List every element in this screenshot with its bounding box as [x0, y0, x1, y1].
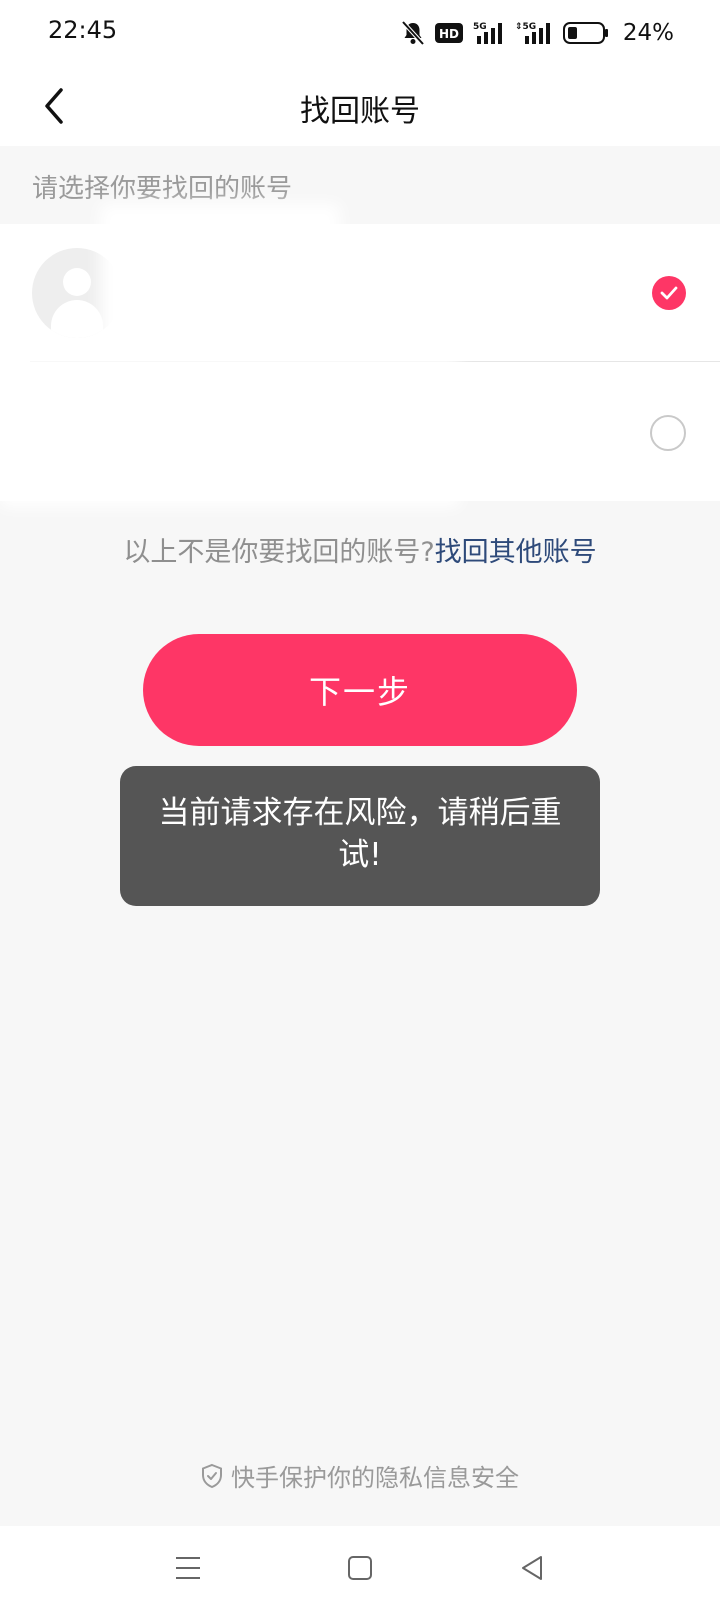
nav-bar: 找回账号 [0, 66, 720, 146]
menu-button[interactable] [166, 1546, 210, 1590]
svg-text:⇕5G: ⇕5G [515, 22, 536, 32]
signal-5g-2-icon: ⇕5G [515, 20, 553, 46]
back-triangle-icon [522, 1556, 542, 1580]
redacted-account-info [0, 357, 460, 507]
shield-check-icon [202, 1463, 222, 1488]
privacy-note: 快手保护你的隐私信息安全 [0, 1458, 720, 1493]
page-title: 找回账号 [300, 94, 420, 129]
system-nav-bar [0, 1526, 720, 1612]
svg-text:5G: 5G [473, 22, 487, 32]
other-account-text: 以上不是你要找回的账号? [123, 537, 435, 568]
screen: 22:45 HD 5G ⇕5G 24% 找回账号 请选择你要找回的账号 以上不是… [0, 0, 720, 1612]
account-item-1[interactable] [0, 204, 720, 362]
battery-percent: 24% [622, 20, 674, 46]
check-icon [660, 286, 678, 300]
battery-icon [562, 21, 609, 45]
home-square-icon [348, 1556, 372, 1580]
privacy-text: 快手保护你的隐私信息安全 [231, 1464, 519, 1492]
system-back-button[interactable] [510, 1546, 554, 1590]
home-button[interactable] [338, 1546, 382, 1590]
recover-other-account-link[interactable]: 找回其他账号 [435, 537, 597, 568]
toast-message: 当前请求存在风险，请稍后重试! [120, 766, 600, 906]
status-time: 22:45 [48, 16, 118, 44]
status-bar: 22:45 HD 5G ⇕5G 24% [0, 0, 720, 66]
bell-muted-icon [401, 20, 425, 46]
menu-icon [176, 1557, 200, 1579]
account-item-2[interactable] [0, 357, 720, 507]
account-radio-unselected[interactable] [650, 415, 686, 451]
section-hint: 请选择你要找回的账号 [32, 174, 293, 204]
hd-icon: HD [434, 22, 463, 44]
account-radio-selected[interactable] [652, 276, 686, 310]
signal-5g-icon: 5G [473, 20, 505, 46]
redacted-account-info [100, 204, 340, 354]
status-icons: HD 5G ⇕5G 24% [401, 18, 674, 48]
account-list [0, 204, 720, 507]
other-account-prompt: 以上不是你要找回的账号?找回其他账号 [0, 530, 720, 569]
next-button[interactable]: 下一步 [143, 634, 577, 746]
svg-text:HD: HD [439, 27, 459, 41]
